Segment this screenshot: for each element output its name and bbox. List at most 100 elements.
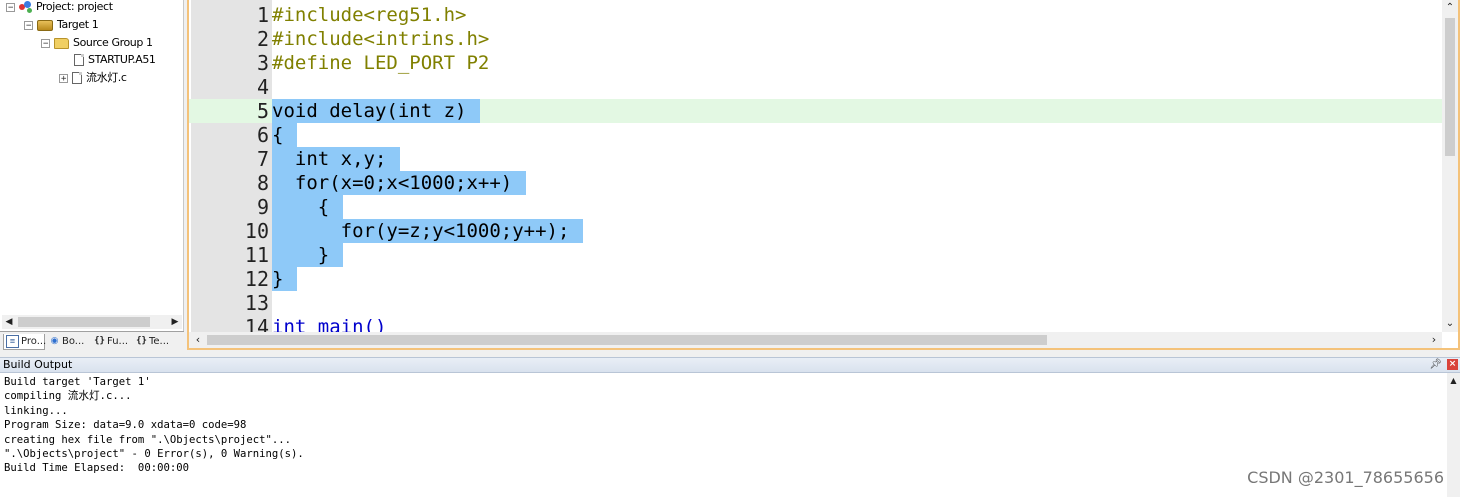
line-code: #include<reg51.h> [272, 3, 480, 27]
scroll-thumb[interactable] [18, 317, 150, 327]
project-hscrollbar[interactable]: ◀ ▶ [2, 315, 182, 329]
scroll-left-icon[interactable]: ‹ [191, 333, 205, 347]
code-line[interactable]: 10 for(y=z;y<1000;y++); [189, 219, 1442, 243]
code-line[interactable]: 8 for(x=0;x<1000;x++) [189, 171, 1442, 195]
line-code: int x,y; [272, 147, 401, 171]
line-code: } [272, 243, 344, 267]
code-text: int main() [272, 316, 387, 332]
tree-item-project[interactable]: − Project: project [6, 0, 113, 15]
line-number: 11 [244, 243, 269, 267]
preprocessor-directive: #include [272, 28, 364, 50]
code-line[interactable]: 4 [189, 75, 1442, 99]
tab-templates[interactable]: {} Te... [134, 334, 178, 350]
build-vscrollbar[interactable]: ▲ [1447, 373, 1460, 497]
line-number: 10 [244, 219, 269, 243]
code-line[interactable]: 2 #include<intrins.h> [189, 27, 1442, 51]
line-number: 7 [256, 147, 269, 171]
scroll-thumb[interactable] [207, 335, 1047, 345]
code-text: int x,y; [272, 148, 387, 170]
tree-item-label: Project: project [36, 0, 113, 13]
tree-item-startup[interactable]: STARTUP.A51 [74, 52, 156, 68]
code-line[interactable]: 14 int main() [189, 315, 1442, 332]
tab-label: Bo... [62, 336, 85, 347]
close-icon[interactable]: × [1447, 359, 1458, 370]
watermark: CSDN @2301_78655656 [1247, 468, 1444, 487]
output-line: Build target 'Target 1' [4, 376, 151, 388]
line-number: 4 [256, 75, 269, 99]
project-icon [19, 1, 32, 13]
line-number: 3 [256, 51, 269, 75]
code-line[interactable]: 6{ [189, 123, 1442, 147]
code-line[interactable]: 3 #define LED_PORT P2 [189, 51, 1442, 75]
line-number: 14 [244, 315, 269, 332]
output-line: creating hex file from ".\Objects\projec… [4, 433, 292, 446]
expand-icon[interactable]: + [59, 73, 68, 83]
code-line[interactable]: 1 #include<reg51.h> [189, 3, 1442, 27]
code-line[interactable]: 13 [189, 291, 1442, 315]
tree-item-label: 流水灯.c [86, 71, 127, 84]
line-number: 9 [256, 195, 269, 219]
line-number: 12 [244, 267, 269, 291]
editor-window: 1 #include<reg51.h> 2 #include<intrins.h> 3 #… [187, 0, 1460, 350]
line-code: for(x=0;x<1000;x++) [272, 171, 527, 195]
line-code: for(y=z;y<1000;y++); [272, 219, 584, 243]
line-number: 8 [256, 171, 269, 195]
tree-item-source-group[interactable]: − Source Group 1 [41, 35, 153, 51]
tab-books[interactable]: ◉ Bo... [47, 334, 89, 350]
tree-item-label: Source Group 1 [73, 36, 153, 49]
tab-label: Pro... [21, 336, 47, 347]
output-line: linking... [4, 404, 68, 417]
code-text: void delay(int z) [272, 100, 467, 122]
pin-icon[interactable]: 📌︎ [1429, 359, 1442, 371]
code-text: for(x=0;x<1000;x++) [272, 172, 513, 194]
output-line: Program Size: data=9.0 xdata=0 code=98 [4, 419, 247, 432]
line-code: #define LED_PORT P2 [272, 51, 503, 75]
line-number: 5 [256, 99, 269, 123]
code-text: } [272, 268, 284, 290]
editor-hscrollbar[interactable]: ‹ › [189, 332, 1442, 348]
tab-label: Te... [149, 336, 170, 347]
scroll-down-icon[interactable]: ⌄ [1442, 316, 1458, 332]
code-line[interactable]: 12} [189, 267, 1442, 291]
collapse-icon[interactable]: − [24, 20, 33, 30]
collapse-icon[interactable]: − [6, 2, 15, 12]
scroll-right-icon[interactable]: › [1427, 333, 1441, 347]
books-icon: ◉ [50, 335, 59, 346]
line-number: 13 [244, 291, 269, 315]
project-panel: − Project: project − Target 1 − Source Grou… [0, 0, 184, 351]
code-line[interactable]: 5 void delay(int z) [189, 99, 1442, 123]
tab-functions[interactable]: {} Fu... [92, 334, 134, 350]
code-line[interactable]: 9 { [189, 195, 1442, 219]
functions-icon: {} [94, 335, 105, 346]
tab-label: Fu... [107, 336, 129, 347]
collapse-icon[interactable]: − [41, 38, 50, 48]
editor-vscrollbar[interactable]: ⌃ ⌄ [1442, 0, 1458, 332]
scroll-up-icon[interactable]: ⌃ [1442, 0, 1458, 16]
target-icon [37, 19, 53, 31]
preprocessor-directive: #include [272, 4, 364, 26]
scroll-up-icon[interactable]: ▲ [1447, 373, 1460, 389]
tab-project[interactable]: ≡ Pro... [3, 334, 47, 350]
line-code: { [272, 195, 344, 219]
scroll-right-icon[interactable]: ▶ [168, 315, 182, 329]
line-code: } [272, 267, 298, 291]
line-code: int main() [272, 315, 400, 332]
code-text: { [272, 196, 330, 218]
line-code: void delay(int z) [272, 99, 481, 123]
line-number: 6 [256, 123, 269, 147]
tree-item-target[interactable]: − Target 1 [24, 17, 99, 33]
scroll-left-icon[interactable]: ◀ [2, 315, 16, 329]
scroll-thumb[interactable] [1445, 18, 1455, 156]
code-line[interactable]: 7 int x,y; [189, 147, 1442, 171]
build-output-panel[interactable]: Build target 'Target 1' compiling 流水灯.c..… [0, 373, 1460, 497]
code-text: <reg51.h> [363, 4, 467, 26]
code-text: LED_PORT P2 [352, 52, 490, 74]
code-text: } [272, 244, 330, 266]
code-text: { [272, 124, 284, 146]
preprocessor-directive: #define [272, 52, 353, 74]
tree-item-source-file[interactable]: + 流水灯.c [59, 70, 127, 86]
tree-item-label: STARTUP.A51 [88, 53, 156, 66]
project-tabs: ≡ Pro... ◉ Bo... {} Fu... {} Te... [0, 331, 184, 352]
code-line[interactable]: 11 } [189, 243, 1442, 267]
code-editor[interactable]: 1 #include<reg51.h> 2 #include<intrins.h> 3 #… [189, 0, 1442, 332]
